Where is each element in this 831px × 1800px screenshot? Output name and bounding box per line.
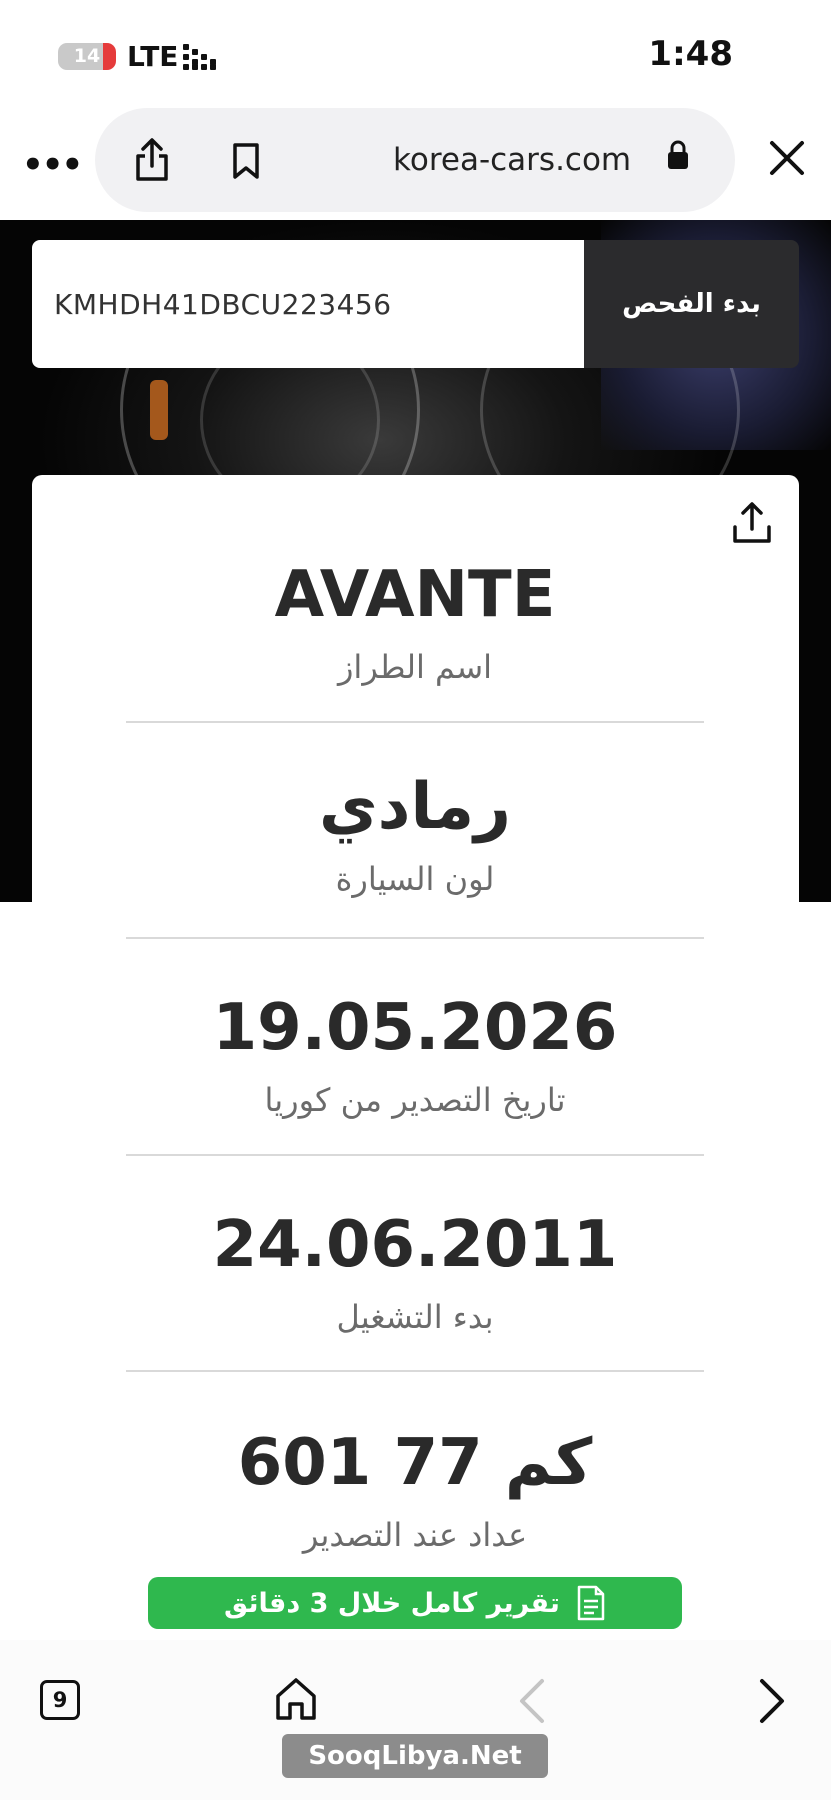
close-icon[interactable] bbox=[767, 138, 807, 178]
full-report-button[interactable]: تقرير كامل خلال 3 دقائق bbox=[148, 1577, 682, 1629]
browser-toolbar: 9 SooqLibya.Net bbox=[0, 1640, 831, 1800]
divider bbox=[126, 1370, 704, 1372]
export-date-label: تاريخ التصدير من كوريا bbox=[264, 1081, 566, 1120]
document-icon bbox=[577, 1585, 605, 1621]
divider bbox=[126, 721, 704, 723]
forward-arrow-icon[interactable] bbox=[752, 1676, 792, 1726]
first-registration-field: 24.06.2011 بدء التشغيل bbox=[126, 1208, 704, 1337]
bookmark-icon[interactable] bbox=[231, 142, 261, 180]
address-bar[interactable]: korea-cars.com bbox=[95, 108, 735, 212]
car-color-label: لون السيارة bbox=[335, 860, 495, 899]
mileage-value: كم 77 601 bbox=[237, 1426, 593, 1500]
browser-bar: ••• korea-cars.com bbox=[0, 100, 831, 220]
watermark: SooqLibya.Net bbox=[282, 1734, 548, 1778]
divider bbox=[126, 1154, 704, 1156]
model-name-value: AVANTE bbox=[274, 558, 556, 632]
vin-search-form: بدء الفحص bbox=[32, 240, 799, 368]
car-color-field: رمادي لون السيارة bbox=[126, 770, 704, 899]
mileage-label: عداد عند التصدير bbox=[302, 1516, 528, 1555]
vin-input[interactable] bbox=[32, 240, 584, 368]
back-arrow-icon[interactable] bbox=[512, 1676, 552, 1726]
share-icon[interactable] bbox=[731, 501, 773, 545]
clock: 1:48 bbox=[648, 34, 733, 74]
export-date-field: 19.05.2026 تاريخ التصدير من كوريا bbox=[126, 991, 704, 1120]
model-name-field: AVANTE اسم الطراز bbox=[126, 558, 704, 687]
export-date-value: 19.05.2026 bbox=[212, 991, 618, 1065]
share-icon[interactable] bbox=[133, 138, 171, 182]
divider bbox=[126, 937, 704, 939]
mileage-field: كم 77 601 عداد عند التصدير bbox=[126, 1426, 704, 1555]
model-name-label: اسم الطراز bbox=[337, 648, 493, 687]
battery-icon: 14 bbox=[58, 43, 116, 70]
full-report-label: تقرير كامل خلال 3 دقائق bbox=[224, 1587, 560, 1619]
home-icon[interactable] bbox=[274, 1676, 318, 1722]
first-registration-label: بدء التشغيل bbox=[336, 1298, 494, 1337]
car-color-value: رمادي bbox=[319, 770, 511, 844]
status-bar: 14 LTE 1:48 bbox=[0, 0, 831, 100]
start-check-button[interactable]: بدء الفحص bbox=[584, 240, 799, 368]
first-registration-value: 24.06.2011 bbox=[212, 1208, 618, 1282]
signal-icon bbox=[183, 44, 225, 70]
network-type: LTE bbox=[127, 40, 179, 73]
tabs-button[interactable]: 9 bbox=[40, 1680, 80, 1720]
lock-icon bbox=[668, 140, 688, 169]
more-options-icon[interactable]: ••• bbox=[22, 145, 83, 185]
result-card: AVANTE اسم الطراز رمادي لون السيارة 19.0… bbox=[32, 475, 799, 1640]
url-text[interactable]: korea-cars.com bbox=[393, 142, 631, 178]
